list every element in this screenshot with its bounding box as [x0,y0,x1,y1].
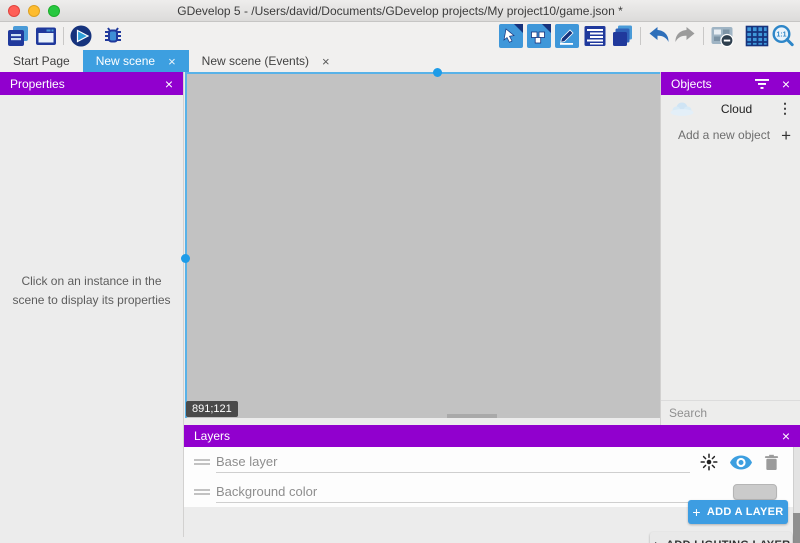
close-icon[interactable]: × [782,429,790,443]
zoom-ratio-label: 1:1 [776,32,786,39]
add-lighting-layer-label: ADD LIGHTING LAYER [666,539,790,543]
selection-handle-left[interactable] [181,254,190,263]
effects-icon[interactable] [700,453,718,471]
properties-panel-title: Properties [10,77,165,91]
minimize-window-button[interactable] [28,5,40,17]
add-layer-label: ADD A LAYER [707,506,784,518]
layer-row-actions [733,484,783,500]
drag-handle-icon[interactable] [194,457,210,467]
layers-scrollbar-track[interactable] [793,447,800,543]
toolbar-separator [640,27,641,45]
properties-hint-text: Click on an instance in the scene to dis… [12,272,171,309]
layers-panel-header: Layers × [184,425,800,447]
layer-row-base [184,447,793,477]
toolbar-separator [703,27,704,45]
filter-icon[interactable] [755,79,769,89]
layer-row-actions [700,453,783,471]
window-title: GDevelop 5 - /Users/david/Documents/GDev… [177,4,623,18]
tab-start-page[interactable]: Start Page [0,50,83,72]
object-name: Cloud [695,102,778,116]
cloud-object-icon [669,101,695,116]
window-controls [8,5,60,17]
layers-scrollbar-thumb[interactable] [793,513,800,543]
tab-label: New scene (Events) [202,54,309,68]
objects-search-row [661,400,800,425]
grid-icon[interactable] [745,24,769,48]
scene-edit-icon[interactable] [499,24,523,48]
selection-border-left [185,72,187,418]
project-manager-icon[interactable] [6,24,30,48]
close-icon[interactable]: × [168,55,176,68]
layers-panel-title: Layers [194,429,782,443]
properties-panel: Properties × Click on an instance in the… [0,72,184,537]
add-lighting-layer-button[interactable]: + ADD LIGHTING LAYER [650,532,792,543]
layers-icon[interactable] [611,24,635,48]
add-object-plus-icon[interactable]: + [781,127,791,144]
properties-panel-header: Properties × [0,72,183,95]
canvas-horizontal-scrollbar[interactable] [447,414,497,418]
redo-icon[interactable] [672,24,698,48]
plus-icon: + [692,504,700,520]
preview-icon[interactable] [69,24,93,48]
selection-handle-top[interactable] [433,68,442,77]
close-icon[interactable]: × [165,77,173,91]
close-window-button[interactable] [8,5,20,17]
toolbar-separator [63,27,64,45]
visibility-icon[interactable] [730,455,752,470]
close-icon[interactable]: × [322,55,330,68]
maximize-window-button[interactable] [48,5,60,17]
delete-icon[interactable] [764,454,779,471]
tab-new-scene[interactable]: New scene × [83,50,189,72]
debug-icon[interactable] [101,24,125,48]
undo-icon[interactable] [646,24,672,48]
selection-border-top [185,72,660,74]
scene-canvas[interactable]: 891;121 [185,72,660,418]
window-mask-icon[interactable] [709,24,735,48]
close-icon[interactable]: × [782,77,790,91]
plus-icon: + [652,537,660,543]
add-object-row: Add a new object + [661,122,800,148]
cursor-coordinates-badge: 891;121 [186,401,238,417]
objects-panel: Objects × Cloud ⋮ Add a new object + [660,72,800,425]
objects-search-input[interactable] [669,406,800,420]
title-bar: GDevelop 5 - /Users/david/Documents/GDev… [0,0,800,22]
main-toolbar: 1:1 [0,22,800,50]
tab-label: New scene [96,54,155,68]
add-layer-button[interactable]: + ADD A LAYER [688,500,788,524]
tab-label: Start Page [13,54,70,68]
tab-new-scene-events[interactable]: New scene (Events) × [189,50,343,72]
drag-handle-icon[interactable] [194,487,210,497]
layer-name-input[interactable] [216,451,690,473]
background-color-swatch[interactable] [733,484,777,500]
layers-panel: Layers × [184,425,800,543]
zoom-ratio-icon[interactable]: 1:1 [771,24,795,48]
objects-panel-header: Objects × [661,72,800,95]
kebab-menu-icon[interactable]: ⋮ [778,100,792,117]
objects-edit-icon[interactable] [527,24,551,48]
add-object-label[interactable]: Add a new object [678,128,770,142]
properties-edit-icon[interactable] [555,24,579,48]
object-list-item-cloud[interactable]: Cloud ⋮ [661,95,800,122]
events-list-icon[interactable] [583,24,607,48]
editor-tab-bar: Start Page New scene × New scene (Events… [0,50,800,72]
layer-name-input[interactable] [216,481,723,503]
start-page-icon[interactable] [34,24,58,48]
objects-panel-title: Objects [671,77,755,91]
